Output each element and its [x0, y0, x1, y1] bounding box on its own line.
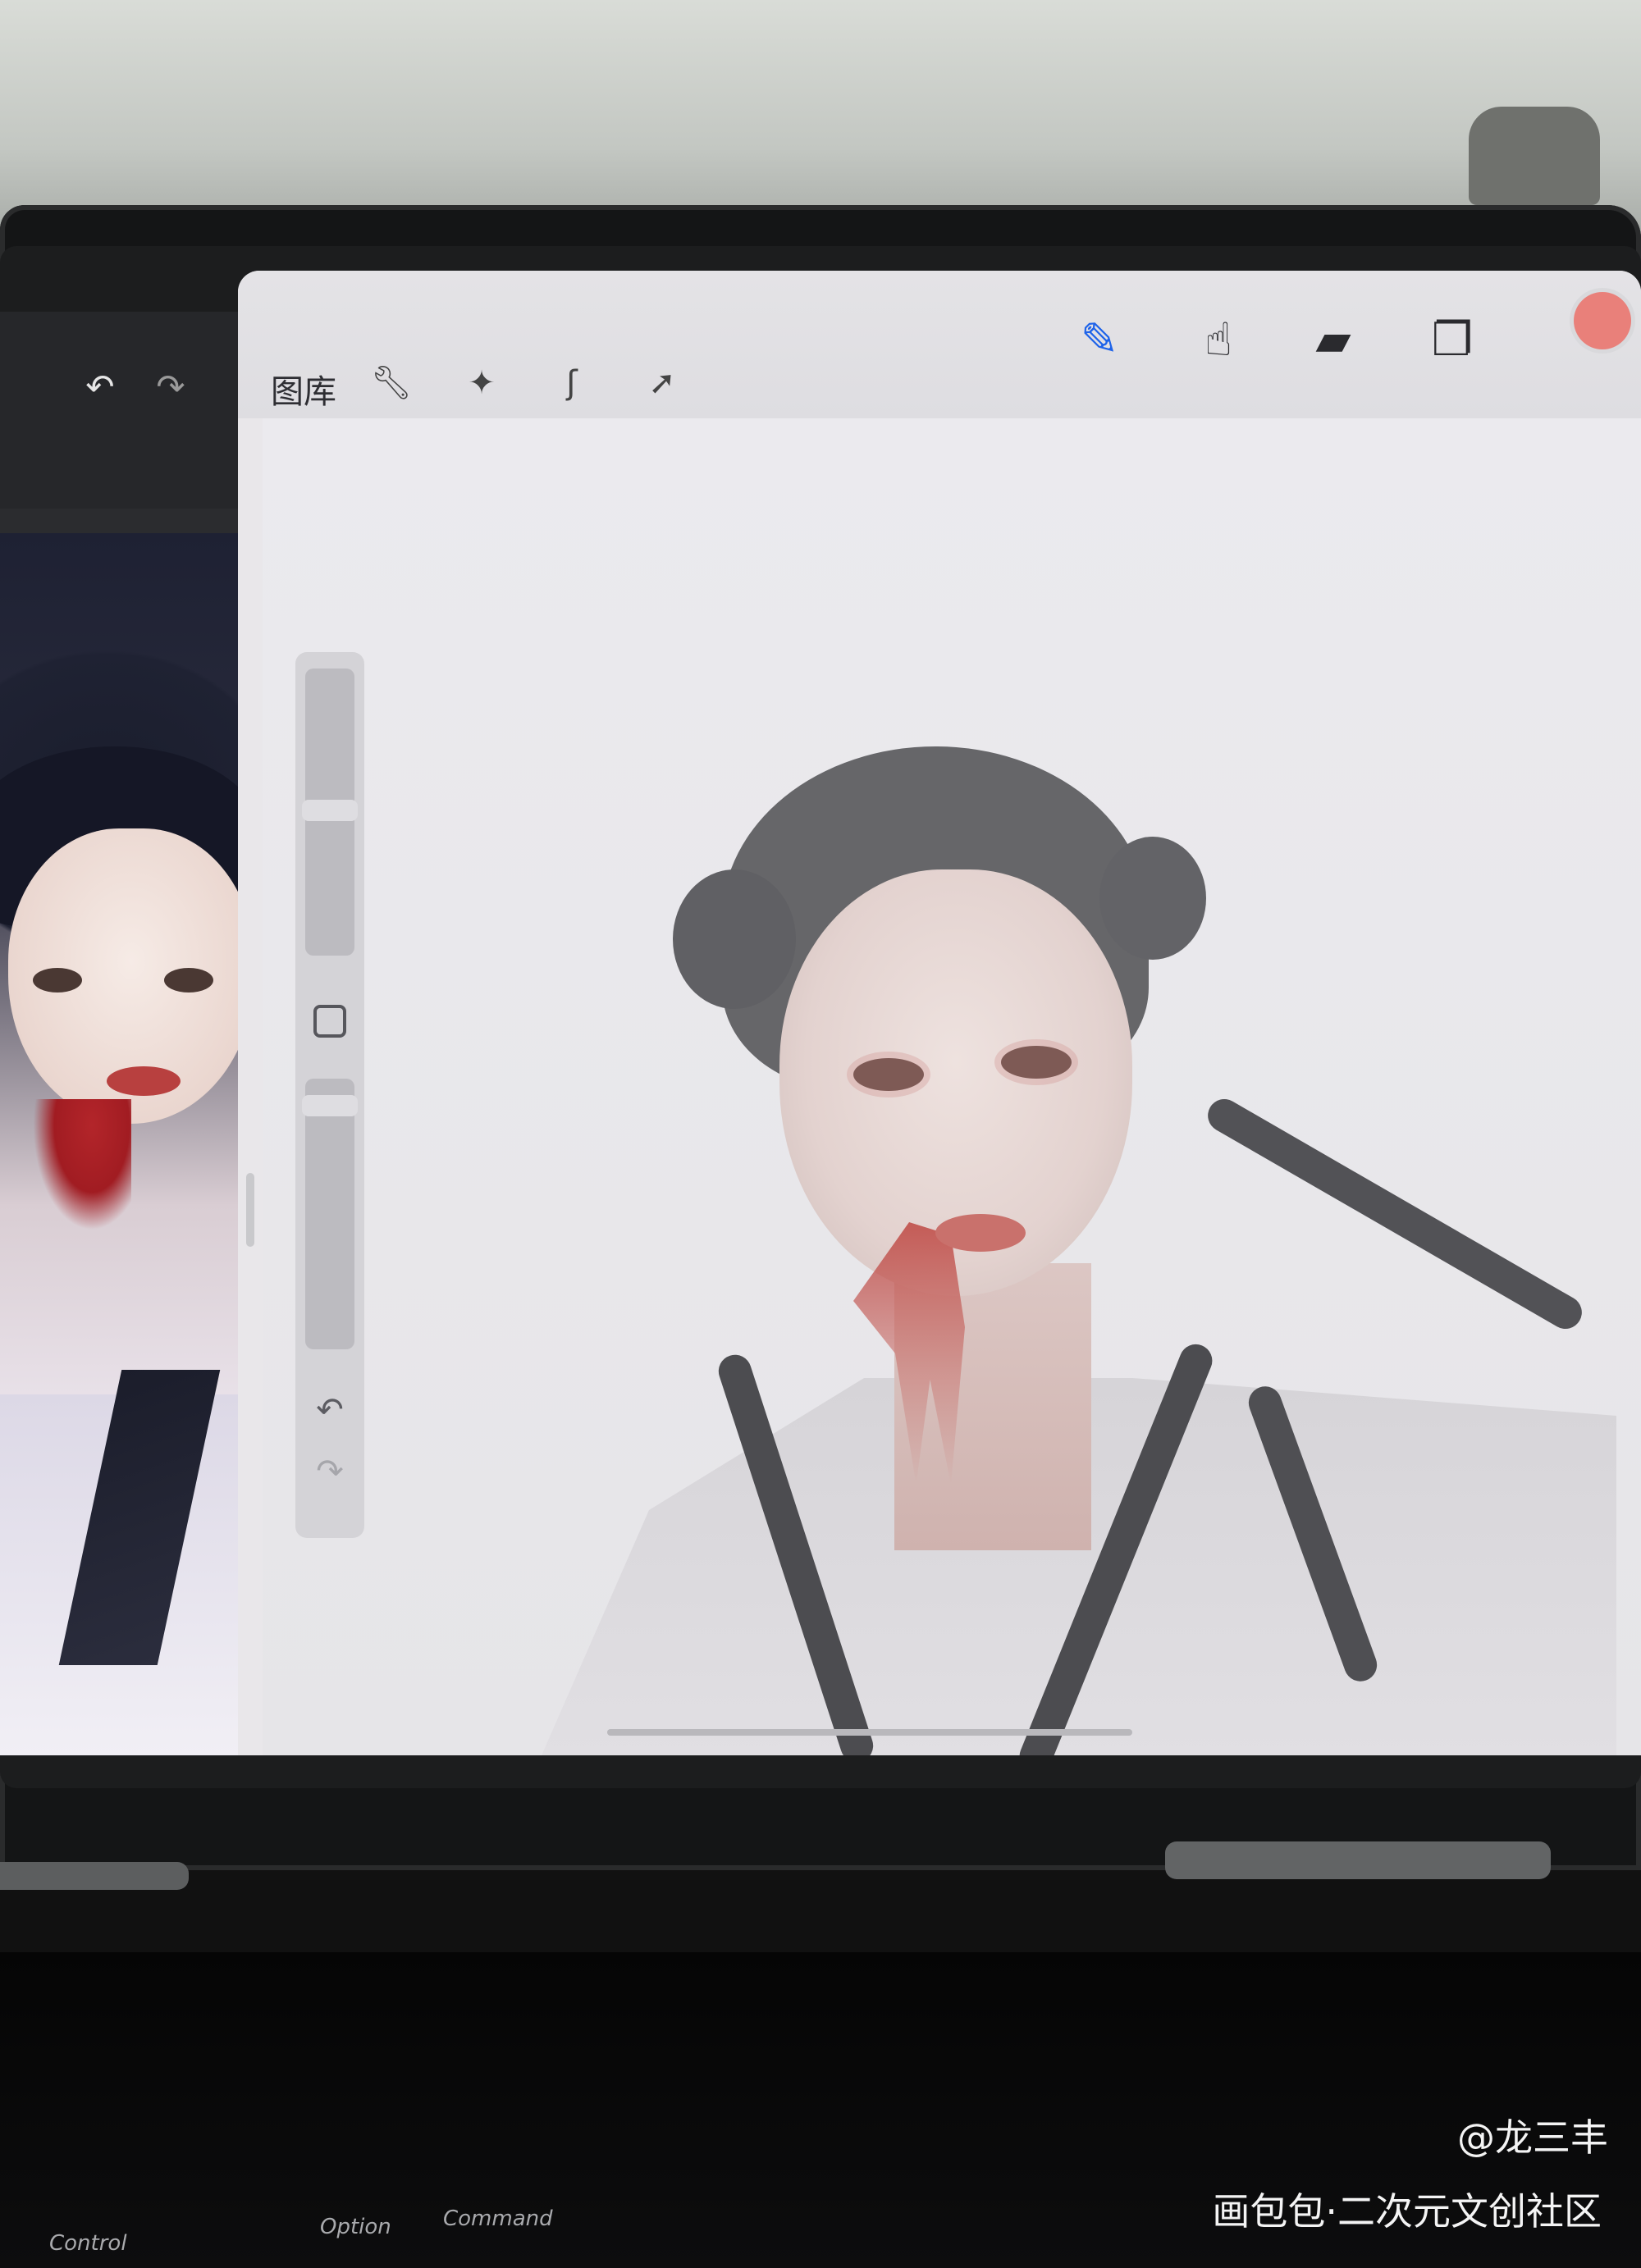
stand-clip — [1469, 107, 1600, 205]
smudge-icon[interactable]: ☝︎ — [1190, 312, 1247, 369]
reference-eye-left — [33, 968, 82, 993]
layers-icon[interactable]: ❐ — [1424, 312, 1481, 369]
control-key[interactable]: Control — [49, 2231, 127, 2256]
gallery-button[interactable]: 图库 — [271, 365, 336, 413]
magic-wand-icon[interactable]: ✦ — [459, 361, 504, 405]
brush-size-thumb[interactable] — [302, 800, 358, 821]
artwork-hair-strand — [1201, 1093, 1588, 1335]
home-indicator[interactable] — [607, 1729, 1132, 1736]
transform-arrow-icon[interactable]: ➚ — [640, 361, 684, 405]
drawing-canvas[interactable]: ↶ ↷ — [246, 418, 1641, 1755]
reference-blood — [33, 1099, 131, 1230]
option-key[interactable]: Option — [320, 2215, 391, 2239]
split-view-handle[interactable] — [246, 1173, 254, 1247]
redo-icon[interactable]: ↷ — [310, 1452, 350, 1491]
opacity-slider[interactable] — [305, 1079, 354, 1349]
watermark-site: 画包包·二次元文创社区 — [1212, 2189, 1602, 2234]
artwork-drawing — [509, 705, 1616, 1755]
color-swatch[interactable] — [1574, 292, 1631, 349]
procreate-window: 图库 🔧︎ ✦ ʃ ➚ ✎ ☝︎ ▰ ❐ ↶ ↷ — [238, 271, 1641, 1755]
artwork-hair-bun — [1099, 837, 1206, 960]
procreate-topbar: 图库 🔧︎ ✦ ʃ ➚ ✎ ☝︎ ▰ ❐ — [238, 271, 1641, 418]
opacity-thumb[interactable] — [302, 1095, 358, 1116]
brush-sidebar: ↶ ↷ — [295, 652, 364, 1538]
artwork-eye-right — [1001, 1046, 1072, 1079]
redo-icon[interactable]: ↷ — [153, 369, 189, 405]
selection-icon[interactable]: ʃ — [550, 361, 594, 405]
command-key[interactable]: Command — [443, 2206, 553, 2231]
keyboard-hinge — [1165, 1841, 1551, 1879]
eraser-icon[interactable]: ▰ — [1305, 312, 1362, 369]
keyboard-hinge — [0, 1862, 189, 1890]
undo-icon[interactable]: ↶ — [82, 369, 118, 405]
modify-button[interactable] — [313, 1005, 346, 1038]
undo-icon[interactable]: ↶ — [310, 1390, 350, 1430]
reference-mouth — [107, 1066, 181, 1096]
artwork-hair-bun — [673, 869, 796, 1009]
watermark-user: @龙三丰 — [1457, 2115, 1608, 2160]
artwork-mouth — [935, 1214, 1026, 1252]
wrench-icon[interactable]: 🔧︎ — [369, 361, 414, 405]
reference-eye-right — [164, 968, 213, 993]
artwork-eye-left — [853, 1058, 924, 1091]
brush-icon[interactable]: ✎ — [1071, 312, 1128, 369]
